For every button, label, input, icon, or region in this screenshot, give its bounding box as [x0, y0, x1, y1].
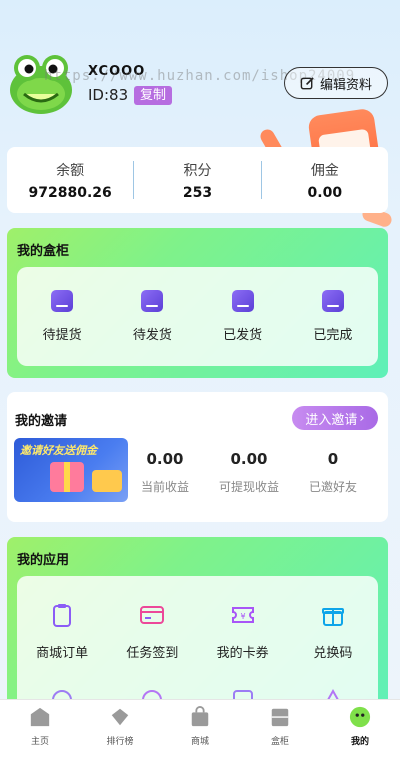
stat-value: 0	[327, 450, 339, 468]
gift-box-icon	[50, 462, 84, 492]
copy-id-button[interactable]: 复制	[134, 86, 173, 105]
cabinet-item-completed[interactable]: 已完成	[298, 290, 368, 343]
tab-cabinet[interactable]: 盒柜	[240, 700, 320, 761]
cabinet-item-shipped[interactable]: 已发货	[208, 290, 278, 343]
enter-invite-label: 进入邀请	[305, 412, 358, 428]
box-all-icon	[51, 290, 74, 312]
tab-label: 排行榜	[106, 737, 134, 747]
clipboard-icon	[53, 604, 72, 627]
commission-value: 0.00	[307, 184, 343, 201]
invite-title: 我的邀请	[15, 414, 68, 429]
stat-withdrawable: 0.00 可提现收益	[204, 450, 294, 495]
stat-label: 当前收益	[140, 480, 189, 494]
cabinet-item-label: 待提货	[42, 328, 82, 343]
box-sent-icon	[231, 290, 254, 312]
shop-bag-icon	[191, 706, 209, 727]
cabinet-icon	[271, 708, 289, 727]
box-ship-icon	[141, 290, 164, 312]
profile-icon	[349, 706, 371, 728]
user-id: ID:83	[88, 86, 129, 104]
tab-shop[interactable]: 商城	[160, 700, 240, 761]
svg-text:¥: ¥	[240, 612, 245, 621]
stat-value: 0.00	[230, 450, 268, 468]
tab-home[interactable]: 主页	[0, 700, 80, 761]
edit-icon	[300, 76, 314, 89]
cabinet-item-pending-pickup[interactable]: 待提货	[27, 290, 97, 343]
stat-label: 已邀好友	[308, 480, 357, 494]
edit-profile-label: 编辑资料	[319, 77, 372, 93]
box-icon	[92, 470, 122, 492]
balance-label: 余额	[56, 162, 85, 179]
tab-label: 我的	[350, 737, 369, 747]
app-task-checkin[interactable]: 任务签到	[112, 602, 192, 661]
app-label: 任务签到	[126, 646, 179, 661]
apps-card: 我的应用 商城订单 任务签到 ¥ 我的卡券 兑换码	[7, 537, 388, 736]
cabinet-item-pending-ship[interactable]: 待发货	[117, 290, 187, 343]
points-label: 积分	[183, 162, 212, 179]
cabinet-item-label: 已发货	[223, 328, 263, 343]
ticket-icon: ¥	[231, 607, 254, 623]
points-item[interactable]: 积分 253	[134, 160, 260, 201]
card-icon	[140, 606, 165, 624]
points-value: 253	[182, 184, 213, 201]
chevron-right-icon: ›	[359, 410, 365, 426]
apps-title: 我的应用	[17, 553, 70, 568]
balance-value: 972880.26	[28, 184, 112, 201]
enter-invite-button[interactable]: 进入邀请 ›	[292, 406, 378, 430]
home-icon	[30, 707, 50, 727]
app-label: 我的卡券	[216, 646, 269, 661]
gift-icon	[321, 608, 344, 626]
commission-item[interactable]: 佣金 0.00	[262, 160, 388, 201]
box-done-icon	[321, 290, 344, 312]
edit-profile-button[interactable]: 编辑资料	[284, 67, 388, 99]
tab-profile[interactable]: 我的	[320, 700, 400, 761]
invite-banner[interactable]: 邀请好友送佣金	[14, 438, 128, 502]
ranking-icon	[111, 708, 129, 726]
commission-label: 佣金	[310, 162, 339, 179]
tab-label: 主页	[30, 737, 49, 747]
cabinet-panel: 待提货 待发货 已发货 已完成	[17, 267, 378, 366]
app-label: 商城订单	[36, 646, 89, 661]
invite-card: 我的邀请 进入邀请 › 邀请好友送佣金 0.00 当前收益 0.00 可提现收益…	[7, 392, 388, 522]
tab-label: 盒柜	[270, 737, 289, 747]
balance-card: 余额 972880.26 积分 253 佣金 0.00	[7, 147, 388, 213]
tab-ranking[interactable]: 排行榜	[80, 700, 160, 761]
stat-invited-friends: 0 已邀好友	[288, 450, 378, 495]
cabinet-item-label: 已完成	[313, 328, 353, 343]
tab-label: 商城	[190, 737, 209, 747]
balance-item[interactable]: 余额 972880.26	[7, 160, 133, 201]
stat-label: 可提现收益	[218, 480, 279, 494]
cabinet-item-label: 待发货	[132, 328, 172, 343]
stat-value: 0.00	[146, 450, 184, 468]
invite-banner-text: 邀请好友送佣金	[20, 444, 97, 457]
cabinet-title: 我的盒柜	[17, 244, 70, 259]
stat-current-earnings: 0.00 当前收益	[120, 450, 210, 495]
cabinet-card: 我的盒柜 待提货 待发货 已发货 已完成	[7, 228, 388, 378]
app-my-coupons[interactable]: ¥ 我的卡券	[203, 602, 283, 661]
profile-header: XCOOO ID:83 复制 https://www.huzhan.com/is…	[0, 40, 400, 120]
app-label: 兑换码	[313, 646, 353, 661]
app-mall-orders[interactable]: 商城订单	[22, 602, 102, 661]
bottom-tabbar: 主页 排行榜 商城 盒柜 我的	[0, 699, 400, 761]
app-redeem-code[interactable]: 兑换码	[293, 602, 373, 661]
